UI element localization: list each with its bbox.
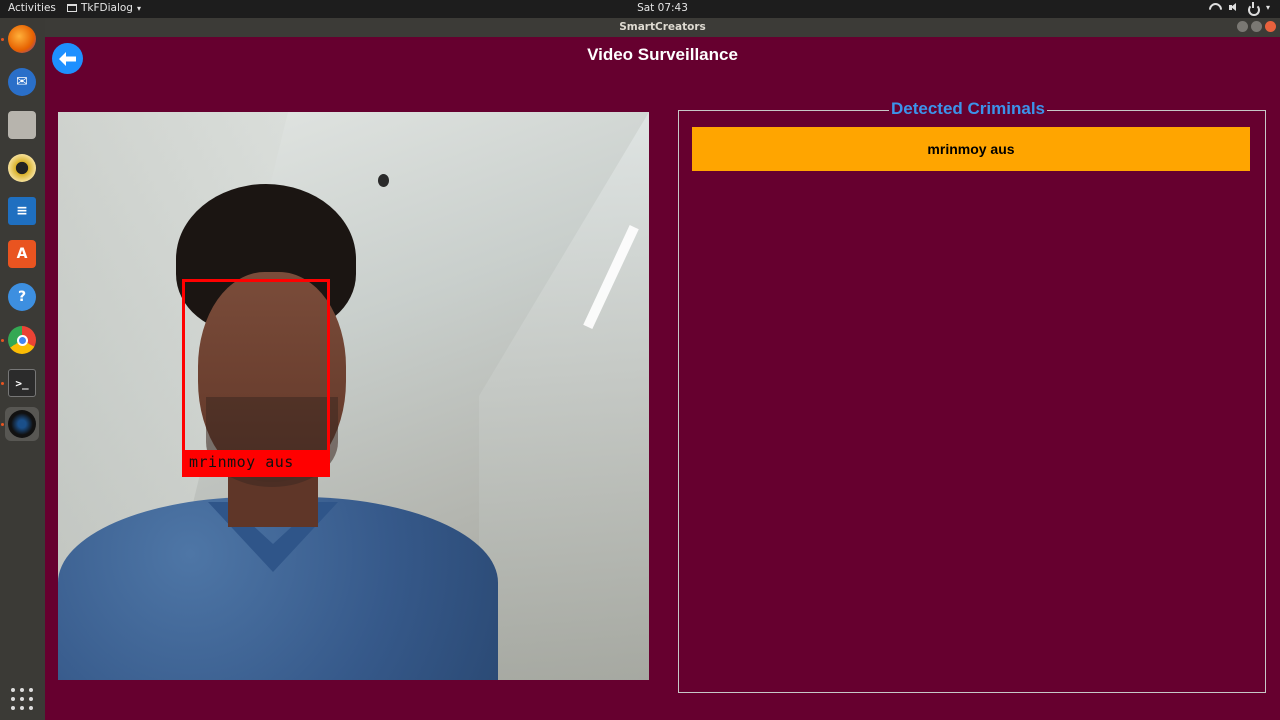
dock-item-writer[interactable]: ≡ bbox=[5, 194, 39, 228]
system-tray[interactable]: ▾ bbox=[1209, 2, 1270, 16]
running-indicator bbox=[1, 38, 4, 41]
face-detection-box bbox=[182, 279, 330, 477]
maximize-button[interactable] bbox=[1251, 21, 1262, 32]
dock-item-rhythmbox[interactable] bbox=[5, 151, 39, 185]
detection-name: mrinmoy aus bbox=[189, 453, 294, 471]
document-icon: ≡ bbox=[8, 197, 36, 225]
thunderbird-icon: ✉ bbox=[8, 68, 36, 96]
page-title: Video Surveillance bbox=[587, 45, 738, 64]
running-indicator bbox=[1, 382, 4, 385]
running-indicator bbox=[1, 423, 4, 426]
dock-item-thunderbird[interactable]: ✉ bbox=[5, 65, 39, 99]
feed-background bbox=[378, 174, 389, 187]
smartcreators-app-icon bbox=[8, 410, 36, 438]
rhythmbox-icon bbox=[8, 154, 36, 182]
detected-criminals-panel bbox=[678, 110, 1266, 693]
dock-item-help[interactable]: ? bbox=[5, 280, 39, 314]
running-indicator bbox=[1, 339, 4, 342]
power-icon bbox=[1247, 2, 1260, 16]
system-top-bar: Activities TkFDialog ▾ Sat 07:43 ▾ bbox=[0, 0, 1280, 18]
files-icon bbox=[8, 111, 36, 139]
window-controls bbox=[1237, 21, 1276, 32]
help-icon: ? bbox=[8, 283, 36, 311]
software-center-icon: A bbox=[8, 240, 36, 268]
wifi-icon bbox=[1209, 2, 1220, 13]
dock-item-terminal[interactable]: >_ bbox=[5, 366, 39, 400]
show-applications-icon[interactable] bbox=[11, 688, 33, 710]
window-title: SmartCreators bbox=[619, 21, 706, 33]
close-button[interactable] bbox=[1265, 21, 1276, 32]
minimize-button[interactable] bbox=[1237, 21, 1248, 32]
feed-background bbox=[479, 112, 649, 680]
dock-item-files[interactable] bbox=[5, 108, 39, 142]
terminal-icon: >_ bbox=[8, 369, 36, 397]
dock-item-firefox[interactable] bbox=[5, 22, 39, 56]
criminal-list-item[interactable]: mrinmoy aus bbox=[692, 127, 1250, 171]
firefox-icon bbox=[8, 25, 36, 53]
dock: ✉ ≡ A ? >_ bbox=[0, 18, 45, 720]
volume-icon bbox=[1228, 2, 1239, 13]
clock[interactable]: Sat 07:43 bbox=[0, 2, 1280, 14]
chrome-icon bbox=[8, 326, 36, 354]
panel-title: Detected Criminals bbox=[889, 99, 1047, 119]
camera-feed: mrinmoy aus bbox=[58, 112, 649, 680]
face-detection-label: mrinmoy aus bbox=[182, 450, 330, 477]
dock-item-chrome[interactable] bbox=[5, 323, 39, 357]
dock-item-software[interactable]: A bbox=[5, 237, 39, 271]
chevron-down-icon: ▾ bbox=[1265, 3, 1270, 12]
dock-item-smartcreators[interactable] bbox=[5, 407, 39, 441]
criminal-name: mrinmoy aus bbox=[927, 141, 1015, 157]
window-title-bar: SmartCreators bbox=[45, 18, 1280, 37]
